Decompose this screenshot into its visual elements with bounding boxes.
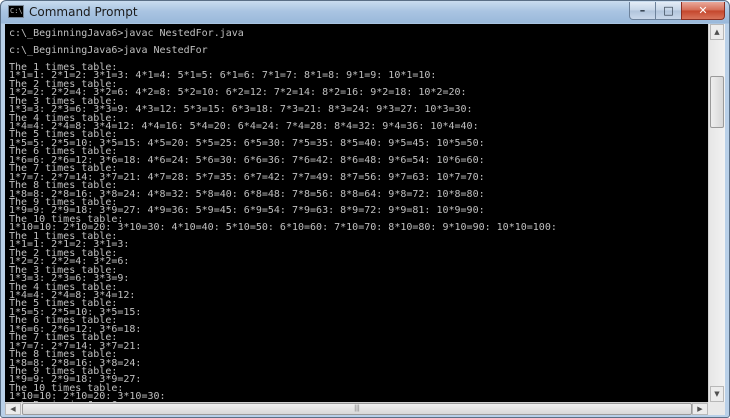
- scroll-right-arrow-icon[interactable]: ▶: [692, 403, 708, 415]
- console-app-icon[interactable]: C:\: [8, 5, 24, 18]
- maximize-button[interactable]: □: [655, 2, 682, 20]
- console-output[interactable]: c:\_BeginningJava6>javac NestedFor.java c…: [5, 24, 708, 402]
- horizontal-scroll-thumb[interactable]: |||: [22, 403, 692, 415]
- vertical-scrollbar[interactable]: ▲ ▼: [708, 24, 725, 402]
- title-bar[interactable]: C:\ Command Prompt – □ ✕: [1, 1, 729, 24]
- horizontal-scrollbar[interactable]: ◀ ||| ▶: [5, 402, 708, 415]
- scroll-left-arrow-icon[interactable]: ◀: [5, 403, 21, 415]
- scroll-down-arrow-icon[interactable]: ▼: [710, 386, 724, 402]
- minimize-button[interactable]: –: [629, 2, 656, 20]
- close-button[interactable]: ✕: [681, 2, 725, 20]
- console-line: c:\_BeginningJava6>java NestedFor: [9, 44, 208, 56]
- scroll-up-arrow-icon[interactable]: ▲: [710, 24, 724, 40]
- window-title: Command Prompt: [29, 5, 138, 19]
- console-line: c:\_BeginningJava6>javac NestedFor.java: [9, 28, 244, 39]
- vertical-scroll-thumb[interactable]: [710, 76, 724, 128]
- command-prompt-window: C:\ Command Prompt – □ ✕ c:\_BeginningJa…: [0, 0, 730, 418]
- scrollbar-corner: [708, 402, 725, 415]
